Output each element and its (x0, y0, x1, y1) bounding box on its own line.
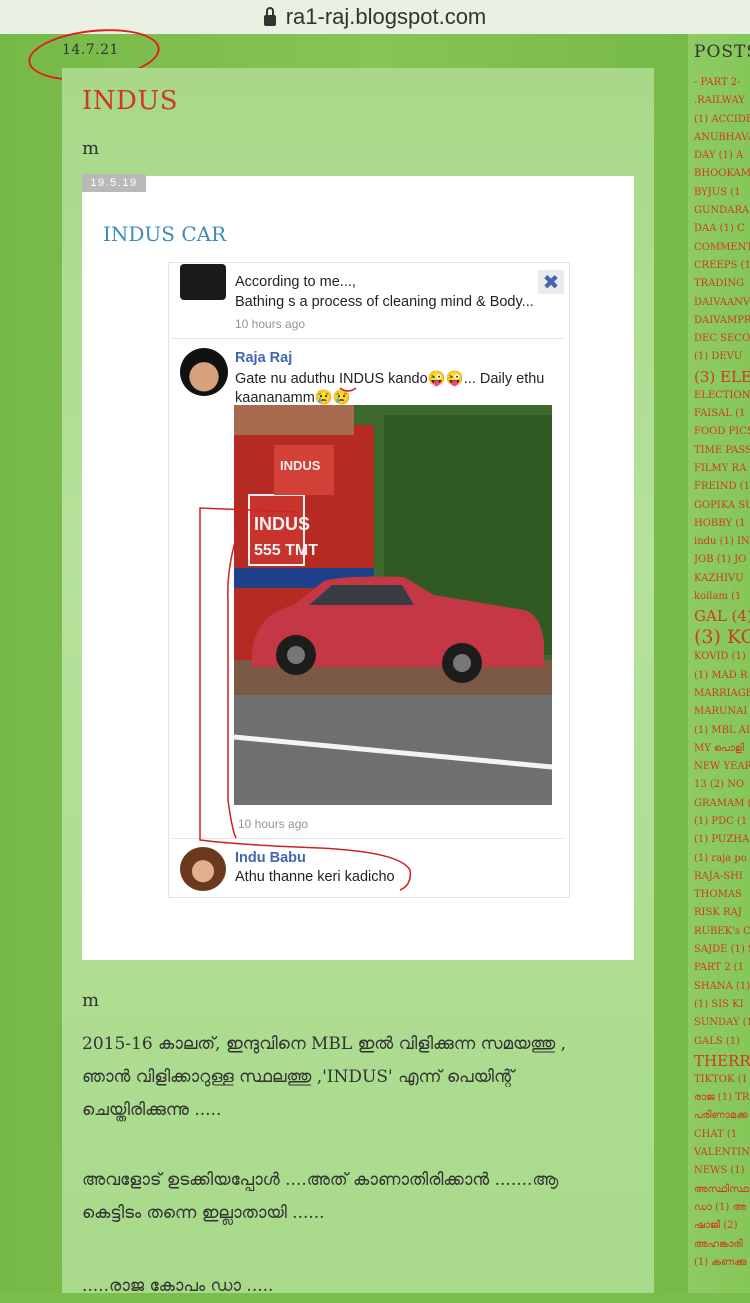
sidebar-label-link[interactable]: അസ്ഥിസ്ഥാ (694, 1181, 750, 1199)
post-paragraph-line: ഞാൻ വിളിക്കാറുള്ള സ്ഥലത്തു ,'INDUS' എന്ന… (82, 1067, 514, 1087)
sidebar-label-link[interactable]: BYJUS (1 (694, 184, 750, 202)
comment-text: kaananamm😢😢 (235, 390, 351, 406)
sidebar-label-link[interactable]: TRADING (694, 275, 750, 293)
sidebar-label-link[interactable]: HOBBY (1 (694, 515, 750, 533)
comment-text: According to me..., (235, 274, 356, 290)
sidebar-label-link[interactable]: PART 2 (1 (694, 959, 750, 977)
sidebar-label-link[interactable]: TIME PASS (694, 442, 750, 460)
embedded-post-date: 19.5.19 (82, 174, 146, 192)
sidebar-label-link[interactable]: DAIVAMPR (694, 312, 750, 330)
sidebar-label-link[interactable]: FOOD PICS (694, 423, 750, 441)
sidebar-label-link[interactable]: DEC SECO (694, 330, 750, 348)
comment-text: Bathing s a process of cleaning mind & B… (235, 294, 534, 310)
sidebar-label-link[interactable]: - PART 2- (694, 74, 750, 92)
sidebar-label-link[interactable]: MARRIAGE (694, 685, 750, 703)
sidebar-label-link[interactable]: COMMENT (694, 239, 750, 257)
sidebar-label-link[interactable]: (1) SIS KI (694, 996, 750, 1014)
sidebar-label-link[interactable]: DAY (1) A (694, 147, 750, 165)
sidebar-label-link[interactable]: TIKTOK (1 (694, 1071, 750, 1089)
sidebar-label-link[interactable]: RISK RAJ (694, 904, 750, 922)
divider (172, 838, 564, 839)
avatar (180, 264, 226, 300)
avatar (180, 348, 228, 396)
sidebar-label-link[interactable]: (1) MBL AI (694, 722, 750, 740)
post-paragraph-line: ചെയ്തിരിക്കുന്നു ..... (82, 1100, 222, 1120)
avatar (180, 847, 226, 891)
sidebar-label-link[interactable]: SUNDAY (1 (694, 1014, 750, 1032)
comment-text: Athu thanne keri kadicho (235, 869, 395, 885)
sidebar-label-link[interactable]: indu (1) IN (694, 533, 750, 551)
sidebar-label-link[interactable]: (1) MAD R (694, 667, 750, 685)
sidebar-label-link[interactable]: BHOOKAM (694, 165, 750, 183)
post-text-m: m (82, 138, 100, 159)
sidebar-label-link[interactable]: SAJDE (1) S (694, 941, 750, 959)
sidebar-label-link[interactable]: KOVID (1) (694, 648, 750, 666)
sidebar-label-link[interactable]: GAL (4) (694, 606, 750, 626)
close-icon: ✖ (538, 270, 564, 294)
post-text-m: m (82, 990, 100, 1011)
sidebar-label-link[interactable]: VALENTIN (694, 1144, 750, 1162)
url-text: ra1-raj.blogspot.com (285, 4, 487, 29)
sidebar-label-link[interactable]: RAJA-SHI (694, 868, 750, 886)
sidebar-label-link[interactable]: GRAMAM ( (694, 795, 750, 813)
post-title[interactable]: INDUS (82, 86, 178, 116)
sidebar-label-link[interactable]: THERRY (694, 1051, 750, 1071)
sidebar-label-link[interactable]: SHANA (1) (694, 978, 750, 996)
sidebar-label-link[interactable]: 13 (2) NO (694, 776, 750, 794)
sidebar-label-link[interactable]: CHAT (1 (694, 1126, 750, 1144)
sidebar-label-link[interactable]: .RAILWAY (694, 92, 750, 110)
sidebar-label-link[interactable]: KAZHIVU (694, 570, 750, 588)
sidebar-label-link[interactable]: MARUNAI (694, 703, 750, 721)
post-paragraph-line: 2015-16 കാലത്, ഇന്ദുവിനെ MBL ഇൽ വിളിക്കു… (82, 1034, 567, 1054)
sidebar-label-link[interactable]: (1) PUZHA (694, 831, 750, 849)
sidebar-label-link[interactable]: NEW YEAR (694, 758, 750, 776)
svg-text:INDUS: INDUS (280, 458, 321, 473)
sidebar-title: POSTS (694, 42, 750, 62)
car-photo: INDUS 555 TMT INDUS (234, 405, 552, 805)
sidebar-label-link[interactable]: ANUBHAVA (694, 129, 750, 147)
comment-text: Gate nu aduthu INDUS kando😜😜... Daily et… (235, 371, 545, 387)
sidebar-label-link[interactable]: FAISAL (1 (694, 405, 750, 423)
sidebar-label-link[interactable]: DAA (1) C (694, 220, 750, 238)
sidebar-label-link[interactable]: (3) KO (694, 626, 750, 648)
sidebar-label-link[interactable]: രാജ (1) TR (694, 1089, 750, 1107)
sidebar-label-link[interactable]: MY പൊളി (694, 740, 750, 758)
sidebar-label-link[interactable]: (1) DEVU (694, 348, 750, 366)
sidebar-label-link[interactable]: GALS (1) (694, 1033, 750, 1051)
comment-author: Raja Raj (235, 350, 293, 366)
svg-text:555 TMT: 555 TMT (254, 542, 318, 559)
sidebar-label-link[interactable]: CREEPS (1 (694, 257, 750, 275)
svg-text:INDUS: INDUS (254, 514, 310, 534)
post-paragraph-line: .....രാജ കോപം ഡാ ..... (82, 1276, 274, 1296)
sidebar-label-link[interactable]: DAIVAANV (694, 294, 750, 312)
sidebar-label-link[interactable]: ELECTION (694, 387, 750, 405)
sidebar-label-link[interactable]: GUNDARA (694, 202, 750, 220)
lock-icon (263, 6, 276, 26)
sidebar-label-link[interactable]: RUBEK's C (694, 923, 750, 941)
post-paragraph-line: അവളോട് ഉടക്കിയപ്പോൾ ....അത് കാണാതിരിക്കാ… (82, 1170, 559, 1190)
embedded-post-title[interactable]: INDUS CAR (103, 222, 226, 246)
sidebar-label-link[interactable]: അഹങ്കാരി (694, 1236, 750, 1254)
sidebar-label-link[interactable]: THOMAS (694, 886, 750, 904)
sidebar-label-link[interactable]: പരിണാമക്ക (694, 1107, 750, 1125)
sidebar-label-link[interactable]: NEWS (1) (694, 1162, 750, 1180)
comment-timestamp: 10 hours ago (238, 817, 309, 831)
comment-author: Indu Babu (235, 850, 306, 866)
sidebar-label-link[interactable]: JOB (1) JO (694, 551, 750, 569)
sidebar-label-list: - PART 2- .RAILWAY (1) ACCIDE ANUBHAVA DAY (… (694, 74, 750, 1272)
sidebar-label-link[interactable]: (1) raja po (694, 850, 750, 868)
sidebar-label-link[interactable]: ഷാജി (2) (694, 1217, 750, 1235)
sidebar-label-link[interactable]: (1) കണക്കു (694, 1254, 750, 1272)
comment-timestamp: 10 hours ago (235, 317, 306, 331)
sidebar-label-link[interactable]: FILMY RA (694, 460, 750, 478)
sidebar-label-link[interactable]: kollam (1 (694, 588, 750, 606)
divider (172, 338, 564, 339)
sidebar-label-link[interactable]: (1) PDC (1 (694, 813, 750, 831)
sidebar-label-link[interactable]: (1) ACCIDE (694, 111, 750, 129)
sidebar-label-link[interactable]: (3) ELE (694, 367, 750, 387)
sidebar-label-link[interactable]: FREIND (1 (694, 478, 750, 496)
sidebar-label-link[interactable]: ഡാ (1) അ (694, 1199, 750, 1217)
sidebar-label-link[interactable]: GOPIKA SU (694, 497, 750, 515)
post-paragraph-line: കെട്ടിടം തന്നെ ഇല്ലാതായി ...... (82, 1203, 325, 1223)
